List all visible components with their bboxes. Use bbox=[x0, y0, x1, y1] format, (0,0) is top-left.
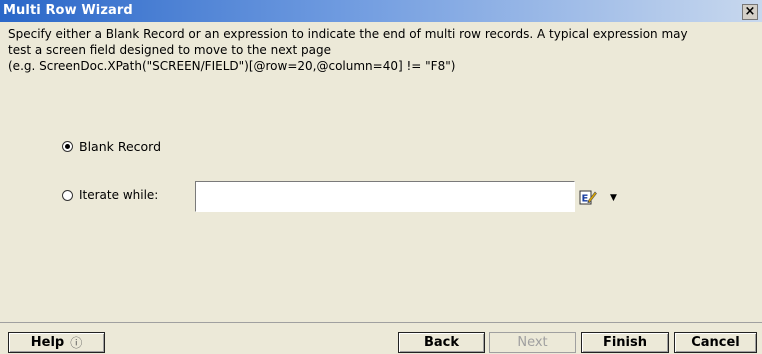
chevron-down-icon[interactable]: ▼ bbox=[610, 193, 617, 203]
iterate-expression-input[interactable] bbox=[195, 181, 575, 212]
svg-text:E: E bbox=[582, 194, 589, 205]
instructions-line: Specify either a Blank Record or an expr… bbox=[8, 27, 688, 41]
blank-record-label: Blank Record bbox=[79, 139, 162, 154]
button-bar-separator bbox=[0, 322, 762, 323]
finish-button-label: Finish bbox=[602, 335, 648, 350]
next-button[interactable]: Next bbox=[489, 332, 576, 353]
help-button-label: Help bbox=[30, 335, 65, 350]
next-button-label: Next bbox=[517, 335, 548, 350]
back-button[interactable]: Back bbox=[398, 332, 485, 353]
close-button[interactable]: × bbox=[742, 4, 758, 20]
title-bar[interactable]: Multi Row Wizard × bbox=[0, 0, 762, 22]
cancel-button[interactable]: Cancel bbox=[674, 332, 757, 353]
instructions-line: test a screen field designed to move to … bbox=[8, 43, 331, 57]
iterate-while-label: Iterate while: bbox=[79, 188, 159, 202]
help-button[interactable]: Help ⓘ bbox=[8, 332, 105, 353]
finish-button[interactable]: Finish bbox=[581, 332, 669, 353]
multi-row-wizard-dialog: Multi Row Wizard × Specify either a Blan… bbox=[0, 0, 762, 354]
blank-record-option[interactable]: Blank Record bbox=[62, 139, 161, 154]
instructions-line: (e.g. ScreenDoc.XPath("SCREEN/FIELD")[@r… bbox=[8, 59, 456, 73]
back-button-label: Back bbox=[423, 335, 460, 350]
help-circle-icon: ⓘ bbox=[70, 336, 83, 350]
iterate-while-option[interactable]: Iterate while: bbox=[62, 188, 158, 202]
expression-editor-icon[interactable]: E bbox=[579, 189, 597, 206]
cancel-button-label: Cancel bbox=[691, 335, 740, 350]
instructions-text: Specify either a Blank Record or an expr… bbox=[8, 26, 762, 74]
iterate-while-radio[interactable] bbox=[62, 189, 73, 201]
blank-record-radio[interactable] bbox=[62, 141, 73, 152]
window-title: Multi Row Wizard bbox=[3, 3, 133, 18]
